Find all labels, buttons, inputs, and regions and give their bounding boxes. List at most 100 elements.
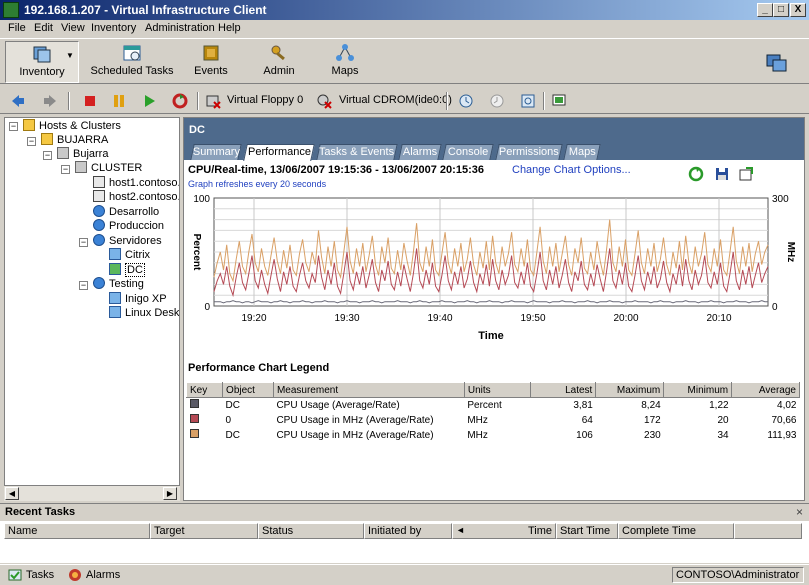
tree-node-produccion[interactable]: Produccion (93, 219, 164, 234)
tree-node-servidores[interactable]: Servidores (93, 234, 162, 249)
alarms-icon[interactable] (68, 568, 82, 582)
close-icon[interactable]: × (796, 505, 803, 519)
alarms-tab[interactable]: Alarms (86, 569, 120, 581)
x-tick-label: 19:30 (334, 313, 359, 324)
col-minimum[interactable]: Minimum (663, 382, 733, 398)
tab-performance[interactable]: Performance (243, 144, 315, 161)
tab-summary[interactable]: Summary (190, 144, 242, 160)
floppy-icon[interactable] (205, 93, 221, 109)
tab-console[interactable]: Console (442, 144, 494, 160)
inventory-button[interactable]: Inventory (5, 41, 79, 83)
console-icon[interactable] (551, 93, 567, 109)
tree-node-desarrollo[interactable]: Desarrollo (93, 205, 159, 220)
resource-pool-icon (93, 205, 105, 217)
maps-button[interactable]: Maps (322, 41, 368, 83)
revert-snapshot-icon[interactable] (489, 93, 505, 109)
inventory-dropdown-icon[interactable]: ▼ (66, 51, 74, 60)
suspend-icon[interactable] (111, 93, 127, 109)
tab-permissions[interactable]: Permissions (495, 144, 563, 160)
change-chart-options-link[interactable]: Change Chart Options... (512, 164, 631, 176)
tree-node-datacenter[interactable]: Bujarra (57, 147, 108, 162)
scheduled-tasks-button[interactable]: Scheduled Tasks (88, 41, 176, 83)
menu-help[interactable]: Help (218, 22, 241, 34)
col-complete-time[interactable]: Complete Time (618, 523, 734, 539)
collapse-toggle[interactable]: − (43, 151, 52, 160)
minimize-button[interactable]: _ (757, 3, 773, 17)
col-start-time[interactable]: Start Time (556, 523, 618, 539)
col-key[interactable]: Key (185, 382, 224, 398)
col-initiated-by[interactable]: Initiated by (364, 523, 452, 539)
col-measurement[interactable]: Measurement (272, 382, 465, 398)
save-icon[interactable] (714, 166, 730, 182)
collapse-toggle[interactable]: − (27, 137, 36, 146)
snapshot-icon[interactable] (458, 93, 474, 109)
events-button[interactable]: Events (188, 41, 234, 83)
tree-node-linux-desktop[interactable]: Linux Deskt (109, 306, 179, 321)
series-swatch (189, 414, 199, 423)
maps-label: Maps (331, 65, 359, 77)
collapse-toggle[interactable]: − (79, 238, 88, 247)
menu-administration[interactable]: Administration (145, 22, 215, 34)
tree-node-bujarra-folder[interactable]: BUJARRA (41, 133, 108, 148)
series-swatch (189, 429, 199, 438)
tasks-tab[interactable]: Tasks (26, 569, 54, 581)
popout-chart-icon[interactable] (738, 166, 754, 182)
menu-edit[interactable]: Edit (34, 22, 53, 34)
col-average[interactable]: Average (731, 382, 800, 398)
scroll-left-icon[interactable]: ◀ (5, 487, 19, 500)
power-off-icon[interactable] (82, 93, 98, 109)
tree-node-dc[interactable]: DC (109, 263, 145, 278)
col-units[interactable]: Units (463, 382, 531, 398)
tree-node-host1[interactable]: host1.contoso. (93, 176, 179, 191)
tree-node-inigo-xp[interactable]: Inigo XP (109, 292, 167, 307)
tree-node-citrix[interactable]: Citrix (109, 248, 150, 263)
legend-minimum: 34 (717, 429, 729, 441)
tree-horizontal-scrollbar[interactable]: ◀ ▶ (4, 485, 180, 501)
forward-arrow-icon[interactable] (42, 93, 58, 109)
collapse-toggle[interactable]: − (9, 122, 18, 131)
virtual-cdrom-label[interactable]: Virtual CDROM(ide0:0) (339, 94, 452, 106)
folder-icon (41, 133, 53, 145)
back-arrow-icon[interactable] (10, 93, 26, 109)
col-time[interactable]: ◄ Time (452, 523, 556, 539)
collapse-toggle[interactable]: − (79, 281, 88, 290)
col-latest[interactable]: Latest (529, 382, 597, 398)
inventory-label: Inventory (19, 66, 65, 78)
menu-file[interactable]: File (8, 22, 26, 34)
col-name[interactable]: Name (4, 523, 150, 539)
chart-refresh-note: Graph refreshes every 20 seconds (188, 179, 327, 189)
reset-icon[interactable] (172, 93, 188, 109)
tree-node-testing[interactable]: Testing (93, 277, 144, 292)
col-maximum[interactable]: Maximum (595, 382, 665, 398)
menu-inventory[interactable]: Inventory (91, 22, 136, 34)
legend-row[interactable]: 0 CPU Usage in MHz (Average/Rate) MHz 64… (187, 413, 800, 428)
menu-view[interactable]: View (61, 22, 85, 34)
legend-row[interactable]: DC CPU Usage in MHz (Average/Rate) MHz 1… (187, 428, 800, 443)
col-status[interactable]: Status (258, 523, 364, 539)
admin-button[interactable]: Admin (256, 41, 302, 83)
tree-node-hosts-clusters[interactable]: Hosts & Clusters (23, 119, 121, 134)
col-object[interactable]: Object (222, 382, 274, 398)
maximize-button[interactable]: □ (773, 3, 789, 17)
tab-alarms[interactable]: Alarms (398, 144, 442, 160)
tab-maps[interactable]: Maps (563, 144, 601, 160)
legend-units: Percent (467, 399, 502, 411)
close-button[interactable]: X (790, 3, 806, 17)
col-target[interactable]: Target (150, 523, 258, 539)
scroll-right-icon[interactable]: ▶ (163, 487, 177, 500)
power-on-icon[interactable] (142, 93, 158, 109)
tab-tasks-events[interactable]: Tasks & Events (316, 144, 398, 160)
legend-average: 111,93 (767, 429, 797, 441)
tasks-icon[interactable] (8, 568, 22, 582)
legend-row[interactable]: DC CPU Usage (Average/Rate) Percent 3,81… (187, 398, 800, 413)
tree-node-cluster[interactable]: CLUSTER (75, 161, 142, 176)
virtual-floppy-label[interactable]: Virtual Floppy 0 (227, 94, 303, 106)
collapse-toggle[interactable]: − (61, 165, 70, 174)
legend-units: MHz (467, 414, 488, 426)
snapshot-manager-icon[interactable] (520, 93, 536, 109)
refresh-icon[interactable] (688, 166, 704, 182)
vm-console-icon[interactable] (766, 53, 788, 73)
tree-node-host2[interactable]: host2.contoso. (93, 190, 179, 205)
cdrom-icon[interactable] (316, 93, 332, 109)
title-bar: 192.168.1.207 - Virtual Infrastructure C… (0, 0, 809, 20)
